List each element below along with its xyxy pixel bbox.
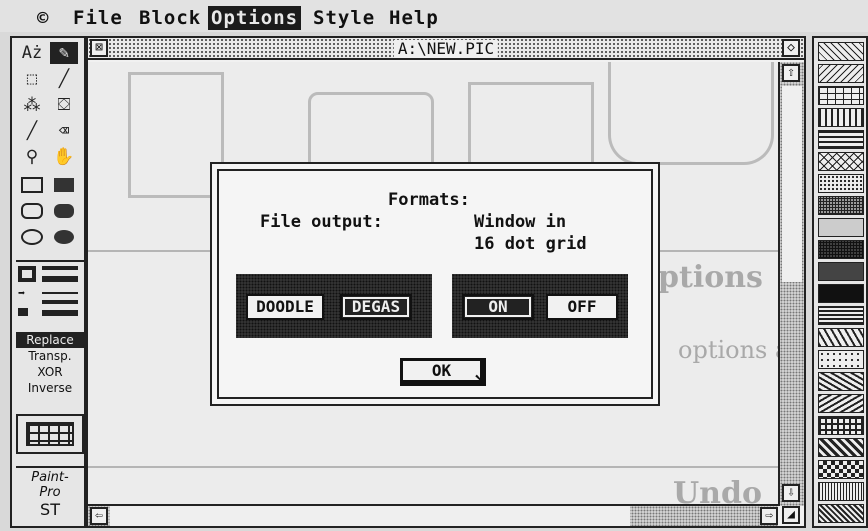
pattern-brick-icon[interactable] bbox=[818, 86, 864, 105]
text-tool-icon[interactable]: Aż bbox=[18, 42, 46, 64]
options-dialog: Formats: File output: Window in 16 dot g… bbox=[210, 162, 660, 406]
vertical-scroll-thumb[interactable] bbox=[782, 86, 802, 282]
vertical-scrollbar[interactable]: ⇧ ⇩ bbox=[778, 62, 804, 506]
horizontal-scrollbar[interactable]: ⇦ ⇨ bbox=[88, 504, 778, 526]
menu-style[interactable]: Style bbox=[310, 6, 378, 30]
pattern-palette bbox=[812, 36, 868, 528]
menu-bar: © File Block Options Style Help bbox=[0, 0, 868, 32]
lasso-tool-icon[interactable]: ⚲ bbox=[18, 146, 46, 168]
filled-rounded-rect-tool-icon[interactable] bbox=[50, 200, 78, 222]
hand-tool-icon[interactable]: ✋ bbox=[50, 146, 78, 168]
scroll-down-arrow-icon[interactable]: ⇩ bbox=[782, 484, 800, 502]
pattern-light-gray-icon[interactable] bbox=[818, 218, 864, 237]
eraser-tool-icon[interactable]: ⌫ bbox=[50, 120, 78, 142]
pattern-dense-dots-icon[interactable] bbox=[818, 196, 864, 215]
window-title: A:\NEW.PIC bbox=[393, 40, 499, 58]
pattern-sparse-dots-icon[interactable] bbox=[818, 350, 864, 369]
scroll-up-arrow-icon[interactable]: ⇧ bbox=[782, 64, 800, 82]
line-style-selector[interactable]: ➡ bbox=[16, 260, 84, 324]
frame-width-icon bbox=[18, 266, 36, 282]
pattern-diagonal-icon[interactable] bbox=[818, 42, 864, 61]
pattern-crosshatch-icon[interactable] bbox=[818, 152, 864, 171]
resize-box-icon[interactable]: ◢ bbox=[782, 506, 800, 524]
pattern-dots-icon[interactable] bbox=[818, 174, 864, 193]
line-width-2 bbox=[42, 276, 78, 282]
fuller-box-icon[interactable]: ◇ bbox=[782, 39, 800, 57]
arrow-icon: ➡ bbox=[18, 286, 26, 300]
pattern-wave-2-icon[interactable] bbox=[818, 394, 864, 413]
line-width-1 bbox=[42, 266, 78, 270]
spray-tool-icon[interactable]: ⁂ bbox=[18, 94, 46, 116]
pattern-slant-icon[interactable] bbox=[818, 328, 864, 347]
current-pattern-well[interactable] bbox=[16, 414, 84, 454]
filled-oval-tool-icon[interactable] bbox=[50, 226, 78, 248]
desk-menu[interactable]: © bbox=[34, 6, 52, 30]
brush-tool-icon[interactable]: ╱ bbox=[18, 120, 46, 142]
window-grid-label-1: Window in bbox=[474, 212, 567, 232]
close-box-icon[interactable]: ⊠ bbox=[90, 39, 108, 57]
horizontal-scroll-thumb[interactable] bbox=[110, 506, 630, 526]
line-width-5 bbox=[42, 310, 78, 316]
scroll-right-arrow-icon[interactable]: ⇨ bbox=[760, 507, 778, 525]
rounded-rect-tool-icon[interactable] bbox=[18, 200, 46, 222]
pattern-fine-lines-icon[interactable] bbox=[818, 482, 864, 501]
window-title-bar[interactable]: ⊠ A:\NEW.PIC ◇ bbox=[88, 38, 804, 60]
pattern-black-icon[interactable] bbox=[818, 284, 864, 303]
pattern-back-diagonal-icon[interactable] bbox=[818, 64, 864, 83]
pattern-vertical-lines-icon[interactable] bbox=[818, 108, 864, 127]
menu-options[interactable]: Options bbox=[208, 6, 302, 30]
pattern-wave-icon[interactable] bbox=[818, 372, 864, 391]
doodle-button[interactable]: DOODLE bbox=[246, 294, 324, 320]
logo-line-2: Pro bbox=[39, 485, 61, 500]
pattern-dark-gray-icon[interactable] bbox=[818, 262, 864, 281]
logo-line-1: Paint- bbox=[31, 470, 69, 485]
degas-button[interactable]: DEGAS bbox=[340, 294, 412, 320]
line-width-4 bbox=[42, 300, 78, 304]
dialog-heading: Formats: bbox=[388, 190, 470, 210]
menu-block[interactable]: Block bbox=[136, 6, 204, 30]
window-grid-label-2: 16 dot grid bbox=[474, 234, 587, 254]
bg-heading-undo: Undo bbox=[673, 476, 762, 506]
format-button-panel: DOODLE DEGAS bbox=[236, 274, 432, 338]
line-tool-icon[interactable]: ╱ bbox=[50, 68, 78, 90]
oval-tool-icon[interactable] bbox=[18, 226, 46, 248]
logo-line-3: ST bbox=[40, 500, 60, 519]
grid-off-button[interactable]: OFF bbox=[546, 294, 618, 320]
rectangle-tool-icon[interactable] bbox=[18, 174, 46, 196]
mode-xor[interactable]: XOR bbox=[16, 364, 84, 380]
pattern-bold-diagonal-icon[interactable] bbox=[818, 438, 864, 457]
pattern-medium-gray-icon[interactable] bbox=[818, 240, 864, 259]
bg-rule-2 bbox=[88, 466, 778, 468]
pencil-tool-icon[interactable]: ✎ bbox=[50, 42, 78, 64]
mode-replace[interactable]: Replace bbox=[16, 332, 84, 348]
tool-palette: Aż ✎ ⬚ ╱ ⁂ ⛋ ╱ ⌫ ⚲ ✋ ➡ Replace Transp. X… bbox=[10, 36, 86, 528]
paint-pro-logo: Paint- Pro ST bbox=[16, 466, 84, 524]
mouse-pointer-icon: ➘ bbox=[474, 368, 488, 393]
mode-inverse[interactable]: Inverse bbox=[16, 380, 84, 396]
file-output-label: File output: bbox=[260, 212, 383, 232]
grid-on-button[interactable]: ON bbox=[462, 294, 534, 320]
pen-shape-icon bbox=[18, 308, 28, 316]
select-tool-icon[interactable]: ⬚ bbox=[18, 68, 46, 90]
menu-file[interactable]: File bbox=[70, 6, 126, 30]
brick-pattern-icon bbox=[26, 422, 74, 446]
bg-heading-word: ptions bbox=[658, 260, 763, 295]
filled-rectangle-tool-icon[interactable] bbox=[50, 174, 78, 196]
scroll-left-arrow-icon[interactable]: ⇦ bbox=[90, 507, 108, 525]
pattern-grid-icon[interactable] bbox=[818, 416, 864, 435]
pattern-fine-diagonal-icon[interactable] bbox=[818, 504, 864, 523]
pattern-horizontal-lines-icon[interactable] bbox=[818, 130, 864, 149]
grid-button-panel: ON OFF bbox=[452, 274, 628, 338]
fill-tool-icon[interactable]: ⛋ bbox=[50, 94, 78, 116]
bg-body-line: options allow you to vary the use of sev… bbox=[678, 336, 778, 364]
mode-transparent[interactable]: Transp. bbox=[16, 348, 84, 364]
bg-graphic-4 bbox=[608, 62, 774, 165]
pattern-thin-stripes-icon[interactable] bbox=[818, 306, 864, 325]
line-width-3 bbox=[42, 292, 78, 294]
pattern-checker-icon[interactable] bbox=[818, 460, 864, 479]
menu-help[interactable]: Help bbox=[386, 6, 442, 30]
